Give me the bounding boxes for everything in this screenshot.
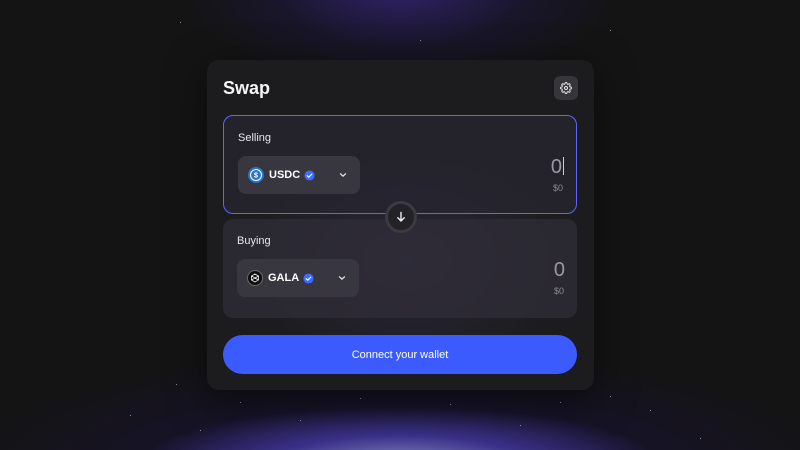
connect-wallet-button[interactable]: Connect your wallet — [223, 335, 577, 374]
buying-token-select[interactable]: GALA — [237, 259, 359, 297]
usdc-icon: $ — [248, 167, 264, 183]
swap-title: Swap — [223, 78, 271, 98]
svg-text:$: $ — [254, 171, 259, 180]
selling-usd-value: $0 — [552, 183, 563, 193]
gala-icon — [247, 270, 263, 286]
chevron-down-icon — [339, 173, 347, 177]
switch-direction-button[interactable] — [385, 201, 417, 233]
gear-icon — [560, 82, 572, 94]
buying-amount-value[interactable]: 0 — [554, 259, 565, 282]
chevron-down-icon — [338, 276, 346, 280]
selling-token-select[interactable]: $ USDC — [238, 156, 360, 194]
selling-amount-input[interactable]: 0 — [551, 156, 564, 179]
text-cursor — [563, 157, 564, 175]
swap-card: Swap Selling $ USDC 0 $0 Buying GALA 0 $… — [207, 60, 594, 390]
selling-label: Selling — [238, 132, 272, 144]
buying-label: Buying — [237, 235, 271, 247]
selling-amount-value: 0 — [550, 156, 562, 178]
arrow-down-icon — [397, 211, 405, 222]
settings-button[interactable] — [554, 76, 578, 100]
buying-usd-value: $0 — [553, 286, 564, 296]
verified-badge-icon — [304, 169, 315, 181]
buying-panel: Buying GALA 0 $0 — [223, 219, 577, 318]
verified-badge-icon — [303, 272, 314, 284]
buying-token-symbol: GALA — [268, 272, 300, 284]
selling-token-symbol: USDC — [269, 169, 301, 181]
selling-panel: Selling $ USDC 0 $0 — [223, 115, 577, 214]
